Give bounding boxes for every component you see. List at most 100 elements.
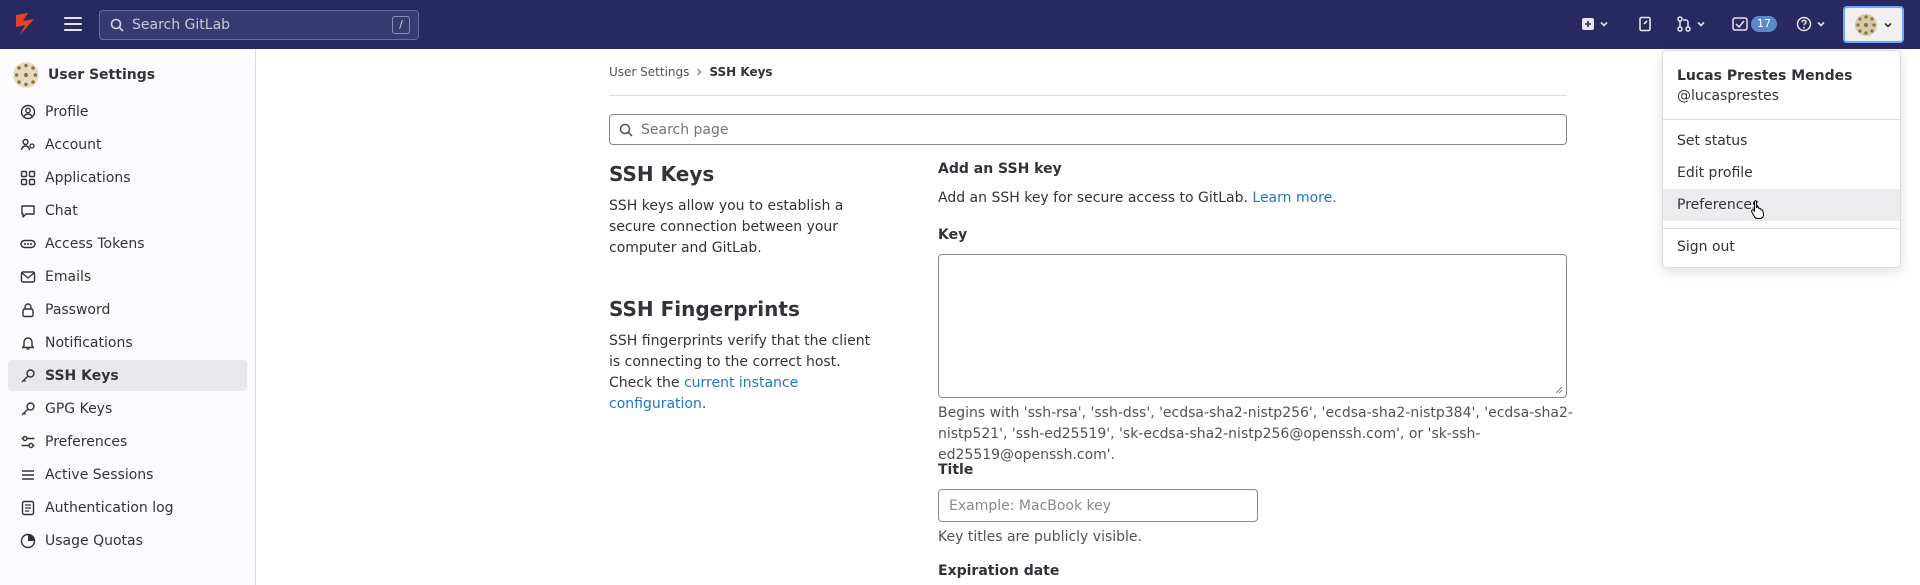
- breadcrumb-parent-link[interactable]: User Settings: [609, 65, 689, 79]
- sidebar-header[interactable]: User Settings: [12, 61, 155, 89]
- sidebar-item-label: SSH Keys: [45, 367, 119, 384]
- sidebar-item-label: GPG Keys: [45, 400, 113, 417]
- sidebar-item-authentication-log[interactable]: Authentication log: [8, 492, 247, 523]
- mail-icon: [20, 270, 36, 283]
- merge-request-icon: [1677, 16, 1691, 32]
- menu-divider: [1663, 228, 1900, 229]
- plus-square-icon: [1582, 18, 1594, 30]
- ssh-fingerprints-heading: SSH Fingerprints: [609, 297, 800, 321]
- sidebar-item-label: Account: [45, 136, 102, 153]
- search-icon: [619, 123, 633, 137]
- chevron-right-icon: [697, 68, 702, 76]
- ssh-fingerprints-description: SSH fingerprints verify that the client …: [609, 331, 879, 415]
- user-full-name[interactable]: Lucas Prestes Mendes: [1677, 68, 1852, 84]
- account-icon: [20, 138, 35, 150]
- learn-more-link[interactable]: Learn more.: [1252, 190, 1336, 206]
- sidebar-item-chat[interactable]: Chat: [8, 195, 247, 226]
- avatar: [1854, 13, 1877, 36]
- menu-item-preferences[interactable]: Preferences: [1663, 189, 1900, 221]
- sidebar-item-label: Access Tokens: [45, 235, 145, 252]
- token-icon: [20, 239, 36, 248]
- bell-icon: [21, 336, 35, 350]
- todos-button[interactable]: 17: [1732, 13, 1777, 35]
- sidebar-item-password[interactable]: Password: [8, 294, 247, 325]
- sidebar-item-profile[interactable]: Profile: [8, 96, 247, 127]
- key-label: Key: [938, 227, 968, 243]
- menu-item-set-status[interactable]: Set status: [1663, 125, 1900, 157]
- sidebar-item-label: Emails: [45, 268, 92, 285]
- preferences-icon: [21, 435, 35, 448]
- key-format-help: Begins with 'ssh-rsa', 'ssh-dss', 'ecdsa…: [938, 405, 1573, 463]
- sidebar-item-label: Chat: [45, 202, 78, 219]
- chat-icon: [21, 204, 35, 218]
- intro-text: Add an SSH key for secure access to GitL…: [938, 190, 1248, 206]
- avatar: [13, 62, 39, 88]
- chevron-down-icon: [1883, 22, 1892, 28]
- sidebar-item-label: Password: [45, 301, 111, 318]
- title-input[interactable]: Example: MacBook key: [938, 489, 1258, 522]
- gitlab-logo[interactable]: [14, 11, 42, 37]
- page-search-input[interactable]: Search page: [609, 114, 1567, 145]
- add-ssh-key-intro: Add an SSH key for secure access to GitL…: [938, 190, 1337, 206]
- quota-icon: [20, 533, 36, 548]
- issues-button[interactable]: [1638, 13, 1652, 35]
- sidebar-item-applications[interactable]: Applications: [8, 162, 247, 193]
- user-handle[interactable]: @lucasprestes: [1677, 88, 1779, 104]
- sidebar-item-notifications[interactable]: Notifications: [8, 327, 247, 358]
- sidebar-item-gpg-keys[interactable]: GPG Keys: [8, 393, 247, 424]
- log-icon: [21, 500, 35, 515]
- ssh-keys-description: SSH keys allow you to establish a secure…: [609, 198, 844, 256]
- key-icon: [21, 368, 35, 382]
- sidebar-item-access-tokens[interactable]: Access Tokens: [8, 228, 247, 259]
- sidebar-item-account[interactable]: Account: [8, 129, 247, 160]
- breadcrumb-current[interactable]: SSH Keys: [709, 65, 772, 79]
- todo-icon: [1732, 17, 1748, 31]
- page-search-placeholder: Search page: [641, 121, 729, 138]
- hamburger-icon[interactable]: [62, 14, 84, 34]
- sidebar-item-label: Applications: [45, 169, 131, 186]
- sidebar-item-label: Active Sessions: [45, 466, 154, 483]
- user-menu-button[interactable]: [1843, 6, 1904, 43]
- sidebar-item-label: Authentication log: [45, 499, 174, 516]
- sidebar-item-active-sessions[interactable]: Active Sessions: [8, 459, 247, 490]
- sessions-icon: [22, 469, 34, 480]
- ssh-keys-heading: SSH Keys: [609, 162, 715, 186]
- menu-item-edit-profile[interactable]: Edit profile: [1663, 157, 1900, 189]
- search-input[interactable]: Search GitLab /: [99, 10, 419, 40]
- todos-count-badge: 17: [1751, 16, 1777, 32]
- breadcrumb: User Settings SSH Keys: [609, 65, 773, 79]
- user-menu-dropdown: Lucas Prestes Mendes @lucasprestes Set s…: [1662, 50, 1901, 268]
- applications-icon: [20, 170, 36, 185]
- sidebar-item-preferences[interactable]: Preferences: [8, 426, 247, 457]
- menu-item-sign-out[interactable]: Sign out: [1663, 231, 1900, 263]
- settings-sidebar: User Settings Profile Account Applicatio…: [0, 49, 256, 585]
- title-placeholder: Example: MacBook key: [949, 497, 1112, 514]
- expiration-date-label: Expiration date: [938, 563, 1060, 579]
- search-icon: [110, 18, 124, 32]
- merge-requests-dropdown[interactable]: [1676, 13, 1707, 35]
- add-ssh-key-heading: Add an SSH key: [938, 161, 1062, 177]
- sidebar-item-usage-quotas[interactable]: Usage Quotas: [8, 525, 247, 556]
- sidebar-item-ssh-keys[interactable]: SSH Keys: [8, 360, 247, 391]
- sidebar-item-label: Profile: [45, 103, 89, 120]
- key-textarea[interactable]: [938, 254, 1567, 398]
- top-navigation-bar: Search GitLab / 17: [0, 0, 1920, 49]
- title-help: Key titles are publicly visible.: [938, 529, 1142, 545]
- chevron-down-icon: [1697, 21, 1705, 27]
- key-icon: [21, 401, 35, 415]
- fingerprints-period: .: [701, 396, 707, 412]
- search-placeholder: Search GitLab: [132, 17, 231, 33]
- sidebar-item-emails[interactable]: Emails: [8, 261, 247, 292]
- help-icon: [1796, 16, 1812, 32]
- sidebar-title: User Settings: [48, 67, 156, 83]
- chevron-down-icon: [1817, 21, 1825, 27]
- title-label: Title: [938, 462, 974, 478]
- new-item-dropdown[interactable]: [1581, 13, 1610, 35]
- profile-icon: [20, 104, 36, 119]
- chevron-down-icon: [1600, 21, 1608, 27]
- help-dropdown[interactable]: [1796, 13, 1827, 35]
- resize-handle-icon[interactable]: [1555, 386, 1563, 394]
- hand-pointer-cursor-icon: [1751, 200, 1765, 219]
- sidebar-item-label: Notifications: [45, 334, 133, 351]
- sidebar-item-label: Preferences: [45, 433, 128, 450]
